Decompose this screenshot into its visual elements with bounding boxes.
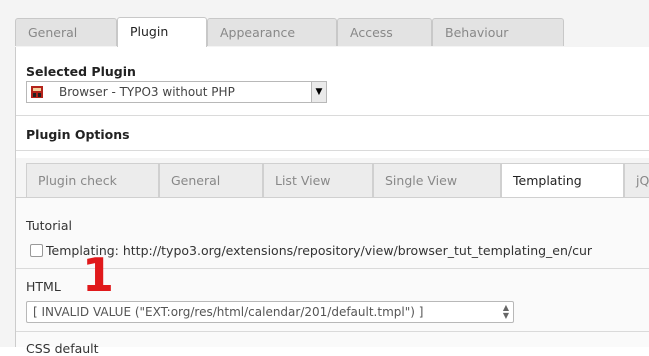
dropdown-arrow-icon[interactable]: ▼ bbox=[311, 82, 326, 102]
plugin-select-value: Browser - TYPO3 without PHP bbox=[59, 85, 235, 99]
annotation-marker: 1 bbox=[82, 248, 115, 302]
select-spinner-icon[interactable]: ▲ ▼ bbox=[503, 304, 509, 320]
css-field-label: CSS default bbox=[26, 341, 99, 356]
html-template-select[interactable]: [ INVALID VALUE ("EXT:org/res/html/calen… bbox=[26, 301, 514, 323]
tab-templating[interactable]: Templating bbox=[501, 163, 624, 197]
tab-general-options[interactable]: General bbox=[159, 163, 263, 197]
divider bbox=[16, 115, 649, 116]
plugin-select[interactable]: Browser - TYPO3 without PHP ▼ bbox=[26, 81, 327, 103]
plugin-icon bbox=[31, 86, 43, 98]
tab-list-view[interactable]: List View bbox=[263, 163, 373, 197]
tab-general[interactable]: General bbox=[15, 18, 117, 46]
tutorial-label: Tutorial bbox=[26, 218, 72, 233]
tab-appearance[interactable]: Appearance bbox=[207, 18, 337, 46]
backend-form: General Plugin Appearance Access Behavio… bbox=[0, 0, 649, 356]
divider bbox=[16, 150, 649, 151]
html-template-value: [ INVALID VALUE ("EXT:org/res/html/calen… bbox=[33, 305, 424, 319]
html-field-label: HTML bbox=[26, 279, 61, 294]
tab-access[interactable]: Access bbox=[337, 18, 432, 46]
tab-jquery[interactable]: jQ bbox=[624, 163, 649, 197]
tab-plugin-check[interactable]: Plugin check bbox=[26, 163, 159, 197]
selected-plugin-heading: Selected Plugin bbox=[26, 64, 136, 79]
tab-content-panel: Selected Plugin Browser - TYPO3 without … bbox=[15, 47, 649, 356]
tutorial-checkbox[interactable] bbox=[30, 244, 43, 257]
tab-behaviour[interactable]: Behaviour bbox=[432, 18, 564, 46]
tab-single-view[interactable]: Single View bbox=[373, 163, 501, 197]
tab-plugin[interactable]: Plugin bbox=[117, 17, 207, 47]
plugin-options-heading: Plugin Options bbox=[26, 127, 130, 142]
divider bbox=[16, 331, 649, 332]
tutorial-checkbox-label[interactable]: Templating: http://typo3.org/extensions/… bbox=[46, 243, 592, 258]
